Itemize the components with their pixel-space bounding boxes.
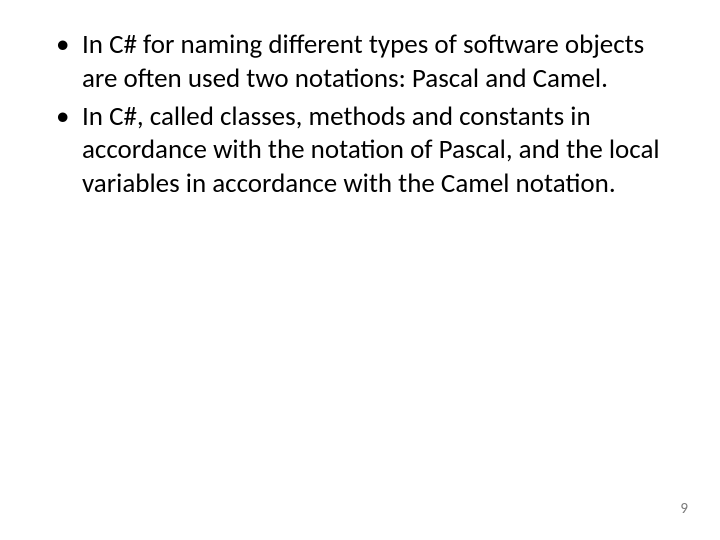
slide-content: In C# for naming different types of soft… (50, 28, 670, 201)
bullet-list: In C# for naming different types of soft… (50, 28, 670, 201)
list-item: In C#, called classes, methods and const… (50, 100, 670, 201)
list-item: In C# for naming different types of soft… (50, 28, 670, 96)
page-number: 9 (680, 500, 688, 518)
